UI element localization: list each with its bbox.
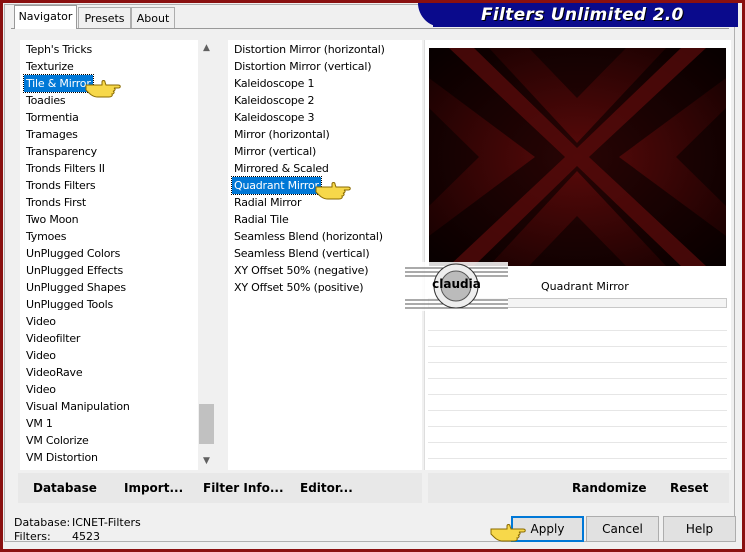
- list-item[interactable]: Toadies: [24, 92, 67, 109]
- tab-navigator[interactable]: Navigator: [14, 5, 77, 29]
- list-item[interactable]: Distortion Mirror (horizontal): [232, 41, 387, 58]
- selected-filter-name: Quadrant Mirror: [541, 280, 629, 293]
- category-scrollbar[interactable]: ▲ ▼: [198, 40, 215, 470]
- tab-underline: [11, 28, 729, 29]
- list-item[interactable]: Quadrant Mirror: [231, 176, 322, 195]
- tab-about[interactable]: About: [131, 7, 175, 28]
- editor-button[interactable]: Editor...: [300, 481, 353, 495]
- database-value: ICNET-Filters: [72, 516, 141, 529]
- list-item[interactable]: UnPlugged Tools: [24, 296, 115, 313]
- list-item[interactable]: Tramages: [24, 126, 80, 143]
- list-item[interactable]: XY Offset 50% (negative): [232, 262, 370, 279]
- list-item[interactable]: Tronds First: [24, 194, 88, 211]
- list-item[interactable]: VM Distortion: [24, 449, 100, 466]
- list-item[interactable]: Distortion Mirror (vertical): [232, 58, 373, 75]
- filter-list[interactable]: Distortion Mirror (horizontal) Distortion…: [228, 40, 422, 470]
- list-item[interactable]: Seamless Blend (horizontal): [232, 228, 385, 245]
- list-item[interactable]: Tormentia: [24, 109, 81, 126]
- param-row-divider: [428, 378, 727, 379]
- pointing-hand-icon: [85, 80, 121, 98]
- list-item[interactable]: UnPlugged Shapes: [24, 279, 128, 296]
- app-title: Filters Unlimited 2.0: [433, 3, 738, 27]
- pointing-hand-icon: [315, 182, 351, 200]
- list-item[interactable]: VideoRave: [24, 364, 84, 381]
- list-item[interactable]: Tronds Filters II: [24, 160, 107, 177]
- list-item[interactable]: Tymoes: [24, 228, 68, 245]
- list-item[interactable]: Video: [24, 347, 58, 364]
- list-item[interactable]: Video: [24, 313, 58, 330]
- list-item[interactable]: Transparency: [24, 143, 99, 160]
- pointing-hand-icon: [490, 524, 526, 542]
- randomize-button[interactable]: Randomize: [572, 481, 646, 495]
- scroll-thumb[interactable]: [199, 404, 214, 444]
- list-item[interactable]: UnPlugged Effects: [24, 262, 125, 279]
- list-item[interactable]: VM 1: [24, 415, 55, 432]
- list-item[interactable]: Kaleidoscope 1: [232, 75, 316, 92]
- filters-count: 4523: [72, 530, 100, 543]
- list-item[interactable]: Mirrored & Scaled: [232, 160, 331, 177]
- param-row-divider: [428, 394, 727, 395]
- chevron-up-icon[interactable]: ▲: [198, 40, 215, 57]
- param-row-divider: [428, 346, 727, 347]
- list-item[interactable]: Tronds Filters: [24, 177, 97, 194]
- cancel-button[interactable]: Cancel: [586, 516, 659, 542]
- filters-label: Filters:: [14, 530, 51, 543]
- list-item[interactable]: Seamless Blend (vertical): [232, 245, 371, 262]
- list-item[interactable]: Texturize: [24, 58, 76, 75]
- chevron-down-icon[interactable]: ▼: [198, 453, 215, 470]
- reset-button[interactable]: Reset: [670, 481, 708, 495]
- import-button[interactable]: Import...: [124, 481, 183, 495]
- list-item[interactable]: XY Offset 50% (positive): [232, 279, 365, 296]
- list-item[interactable]: Radial Mirror: [232, 194, 303, 211]
- filter-info-button[interactable]: Filter Info...: [203, 481, 284, 495]
- list-item[interactable]: Mirror (horizontal): [232, 126, 332, 143]
- list-item[interactable]: VM Colorize: [24, 432, 91, 449]
- param-row-divider: [428, 442, 727, 443]
- list-item[interactable]: Tile & Mirror: [23, 74, 94, 93]
- watermark-text: claudia: [432, 277, 481, 291]
- list-item[interactable]: Kaleidoscope 3: [232, 109, 316, 126]
- tab-presets[interactable]: Presets: [78, 7, 131, 28]
- list-item[interactable]: Video: [24, 381, 58, 398]
- param-row-divider: [428, 362, 727, 363]
- list-item[interactable]: Mirror (vertical): [232, 143, 318, 160]
- list-item[interactable]: Radial Tile: [232, 211, 291, 228]
- list-item[interactable]: Kaleidoscope 2: [232, 92, 316, 109]
- list-item[interactable]: Visual Manipulation: [24, 398, 132, 415]
- preview-image: [429, 48, 726, 266]
- list-item[interactable]: UnPlugged Colors: [24, 245, 122, 262]
- list-item[interactable]: Two Moon: [24, 211, 80, 228]
- help-button[interactable]: Help: [663, 516, 736, 542]
- list-item[interactable]: Videofilter: [24, 330, 82, 347]
- param-row-divider: [428, 330, 727, 331]
- param-row-divider: [428, 426, 727, 427]
- list-item[interactable]: Teph's Tricks: [24, 41, 94, 58]
- database-label: Database:: [14, 516, 71, 529]
- preview-quadrant-pattern: [429, 48, 726, 266]
- param-row-divider: [428, 410, 727, 411]
- watermark-stamp: claudia: [405, 262, 508, 311]
- database-button[interactable]: Database: [33, 481, 97, 495]
- category-list[interactable]: Teph's Tricks Texturize Tile & Mirror Toadi…: [20, 40, 198, 470]
- param-row-divider: [428, 458, 727, 459]
